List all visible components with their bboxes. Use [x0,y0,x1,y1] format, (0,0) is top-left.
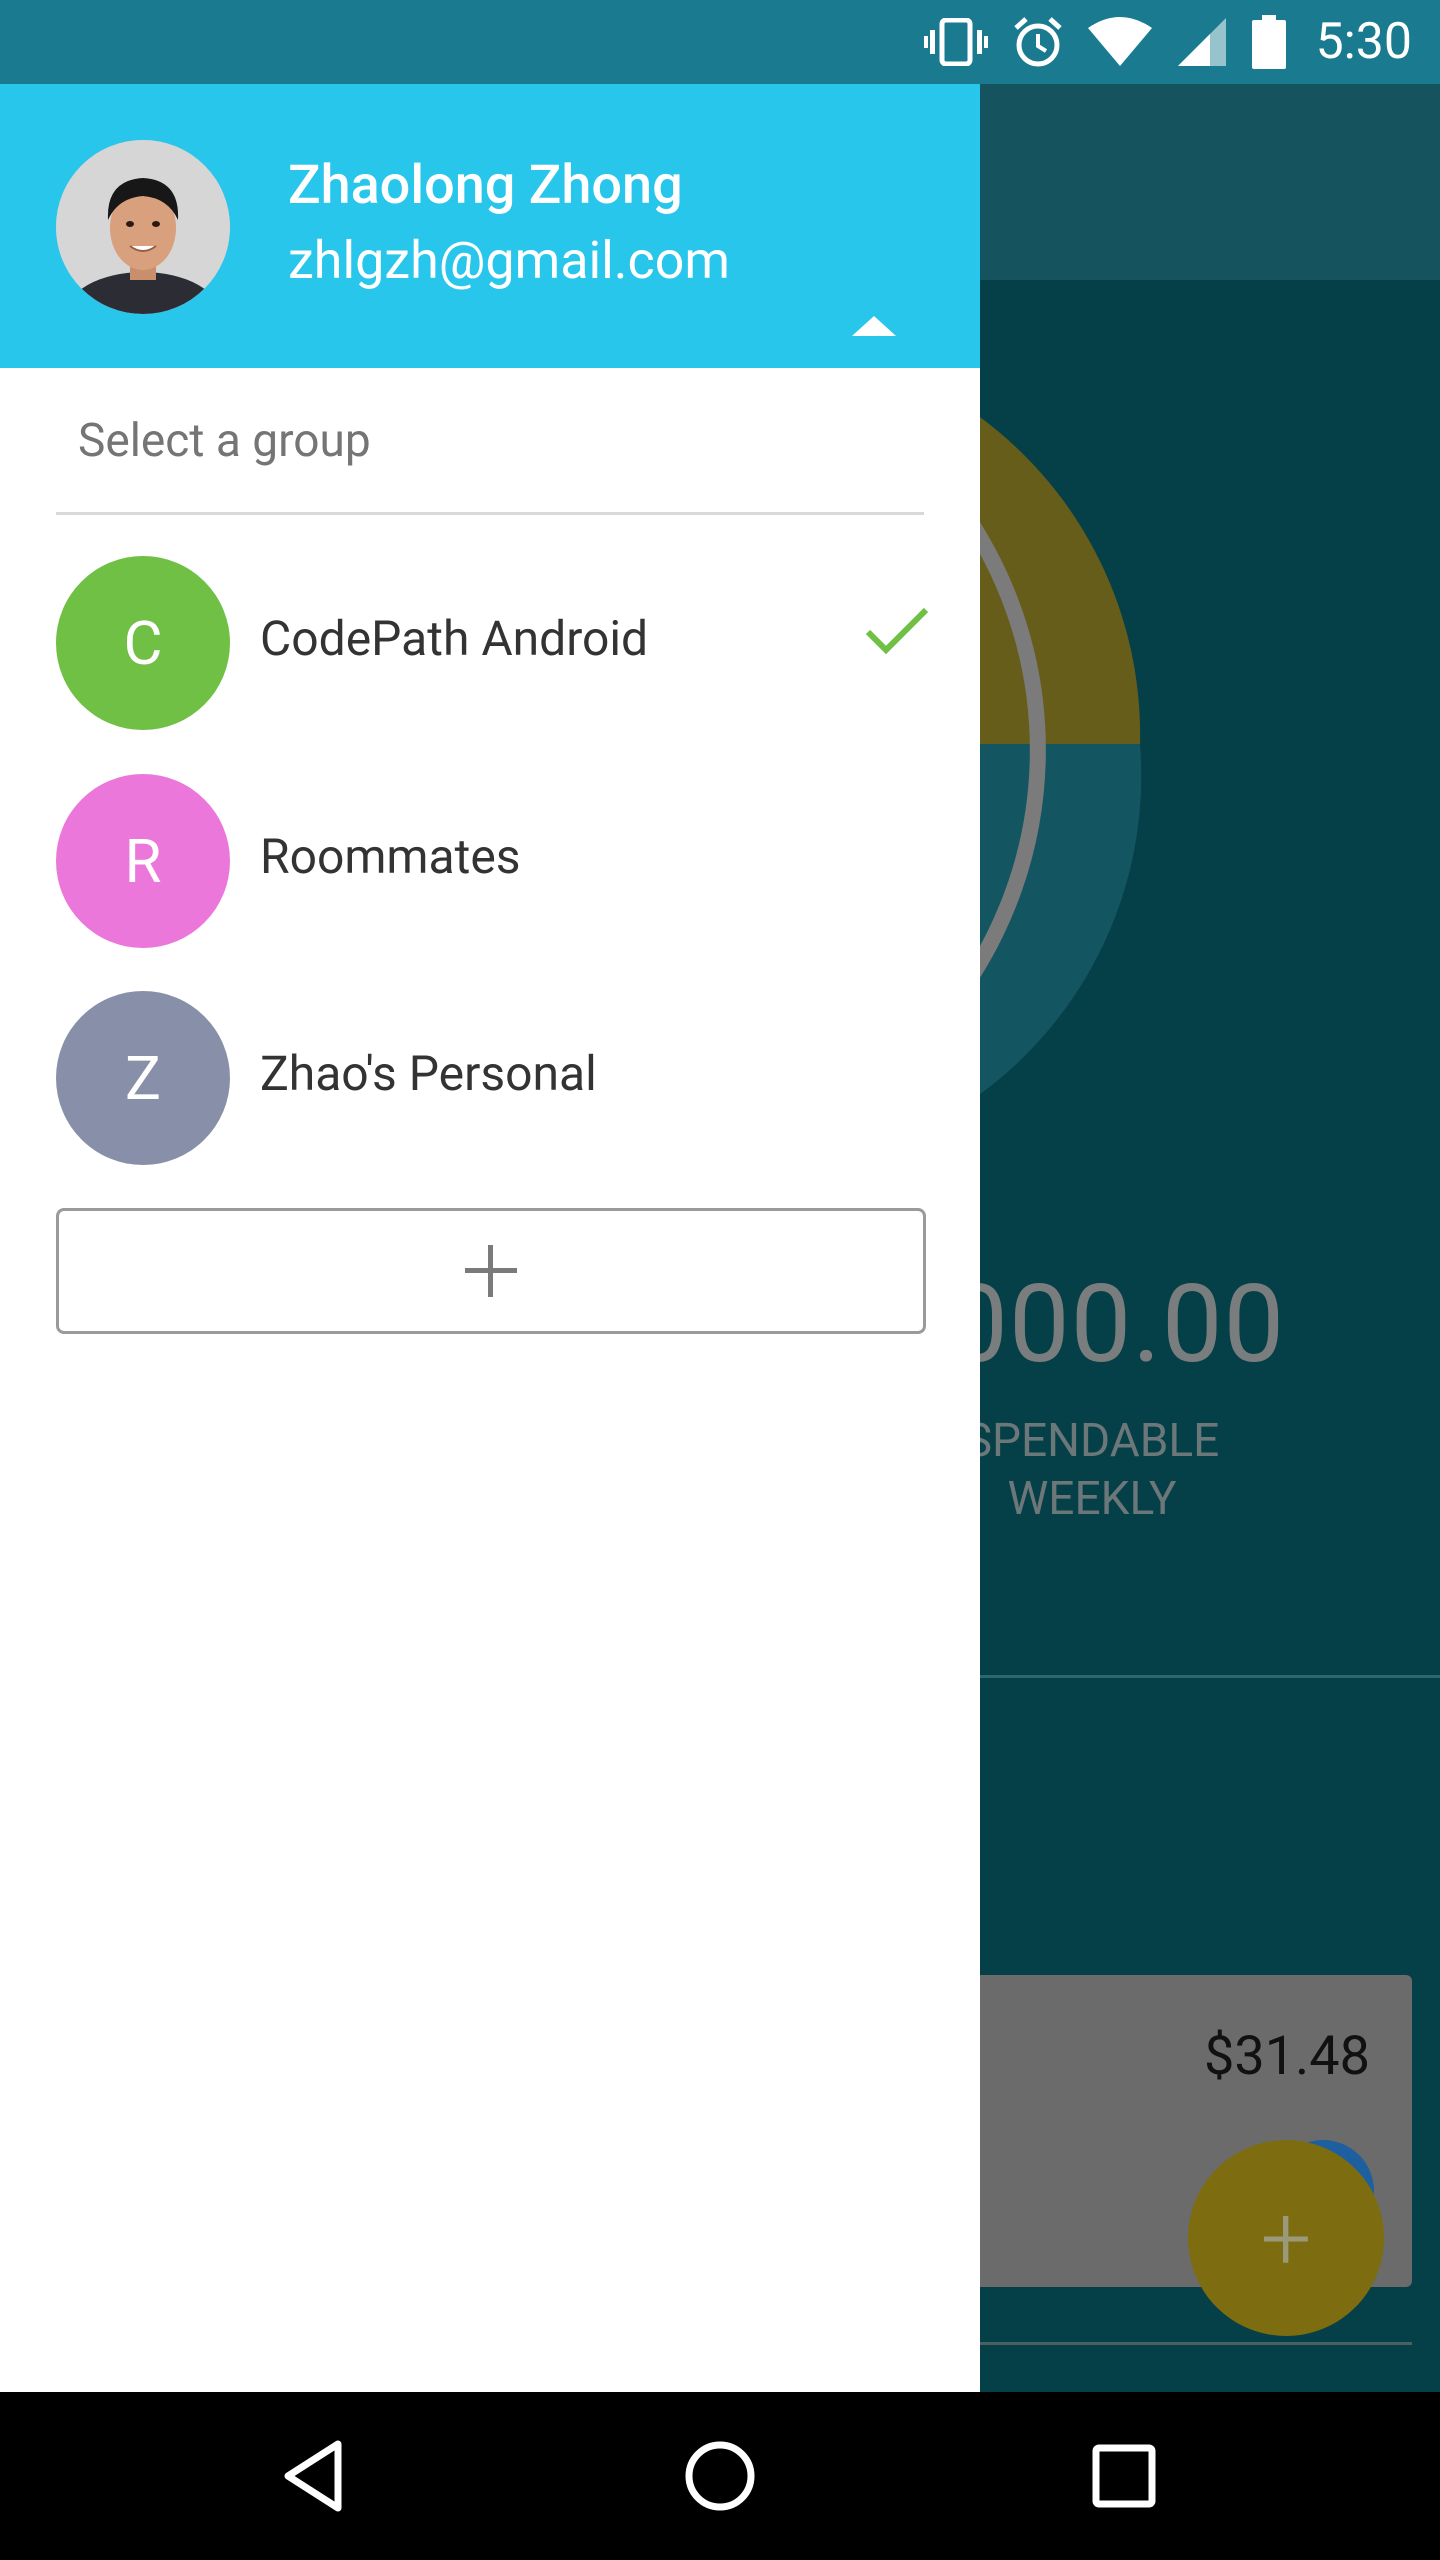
group-avatar: R [56,774,230,948]
plus-icon [465,1245,517,1297]
battery-icon [1251,15,1286,69]
group-item-roommates[interactable]: R Roommates [56,774,936,948]
transaction-amount: $31.48 [1204,2025,1370,2088]
card-divider [940,2342,1412,2345]
system-nav-bar [0,2392,1440,2560]
select-group-label: Select a group [78,414,371,468]
group-item-codepath-android[interactable]: C CodePath Android [56,556,936,730]
back-button[interactable] [268,2428,364,2524]
section-divider [980,1675,1440,1678]
navigation-drawer: Zhaolong Zhong zhlgzh@gmail.com Select a… [0,84,980,2392]
plus-icon: + [1260,2185,1312,2291]
group-name: Zhao's Personal [260,1045,597,1102]
status-bar: 5:30 [0,0,1440,84]
group-name: CodePath Android [260,610,649,667]
recents-icon [1092,2444,1156,2508]
user-name: Zhaolong Zhong [288,154,683,217]
drawer-header[interactable]: Zhaolong Zhong zhlgzh@gmail.com [0,84,980,368]
user-email: zhlgzh@gmail.com [288,230,730,291]
group-name: Roommates [260,828,521,885]
check-icon [864,604,930,662]
home-button[interactable] [672,2428,768,2524]
group-avatar: Z [56,991,230,1165]
account-toggle-arrow-icon[interactable] [852,316,896,336]
alarm-icon [1012,16,1064,68]
user-avatar[interactable] [56,140,230,314]
group-item-zhaos-personal[interactable]: Z Zhao's Personal [56,991,936,1165]
recents-button[interactable] [1076,2428,1172,2524]
wifi-icon [1087,16,1152,68]
add-group-button[interactable] [56,1208,926,1334]
status-clock: 5:30 [1315,13,1412,71]
add-transaction-fab[interactable]: + [1188,2140,1384,2336]
signal-icon [1176,16,1228,68]
vibrate-icon [923,18,988,66]
back-icon [284,2440,342,2512]
select-group-divider [56,512,924,515]
home-icon [685,2441,755,2511]
group-avatar: C [56,556,230,730]
